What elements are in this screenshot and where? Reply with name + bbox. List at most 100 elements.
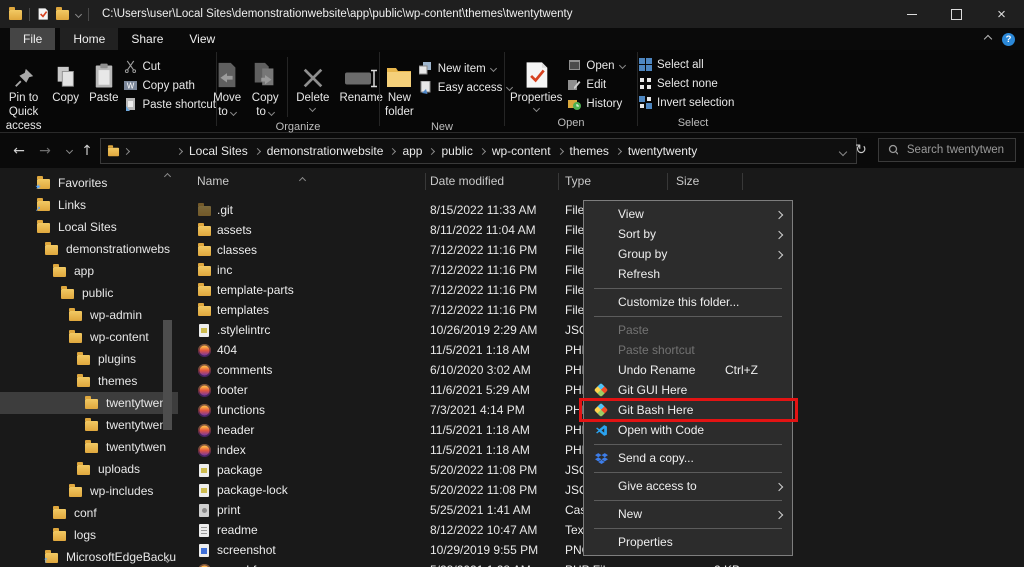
menu-item-label: Customize this folder... xyxy=(618,295,739,309)
sidebar-item-public[interactable]: public xyxy=(0,282,178,304)
column-divider[interactable] xyxy=(425,173,426,190)
tab-share[interactable]: Share xyxy=(118,28,176,50)
breadcrumb-label[interactable]: twentytwenty xyxy=(621,144,704,158)
sidebar-item-Links[interactable]: ↗Links xyxy=(0,194,178,216)
breadcrumb-item-demonstrationwebsite[interactable]: demonstrationwebsite xyxy=(255,144,391,158)
column-divider[interactable] xyxy=(667,173,668,190)
sidebar-item-wp-includes[interactable]: wp-includes xyxy=(0,480,178,502)
back-icon[interactable]: ← xyxy=(8,133,30,168)
cut-button[interactable]: Cut xyxy=(123,59,216,74)
pin-to-quick-access-button[interactable]: Pin to Quick access xyxy=(0,53,47,134)
column-divider[interactable] xyxy=(742,173,743,190)
sidebar-item-app[interactable]: app xyxy=(0,260,178,282)
column-header-size[interactable]: Size xyxy=(676,168,699,194)
properties-button[interactable]: Properties xyxy=(505,53,567,112)
help-icon[interactable]: ? xyxy=(1002,33,1015,46)
menu-item-sort-by[interactable]: Sort by xyxy=(584,224,792,244)
tab-view[interactable]: View xyxy=(176,28,228,50)
breadcrumb-label[interactable]: themes xyxy=(563,144,616,158)
sidebar-item-demonstrationwebs[interactable]: demonstrationwebs xyxy=(0,238,178,260)
menu-item-group-by[interactable]: Group by xyxy=(584,244,792,264)
breadcrumb-item-Local Sites[interactable]: Local Sites xyxy=(177,144,255,158)
menu-item-undo-rename[interactable]: Undo RenameCtrl+Z xyxy=(584,360,792,380)
breadcrumb-item-themes[interactable]: themes xyxy=(558,144,616,158)
folder-icon[interactable] xyxy=(56,10,69,20)
delete-button[interactable]: Delete xyxy=(291,53,334,112)
menu-item-new[interactable]: New xyxy=(584,504,792,524)
history-button[interactable]: History xyxy=(567,96,624,111)
breadcrumb-item-public[interactable]: public xyxy=(429,144,479,158)
copy-to-button[interactable]: Copy to xyxy=(246,53,284,121)
breadcrumb-item-wp-content[interactable]: wp-content xyxy=(480,144,558,158)
menu-item-view[interactable]: View xyxy=(584,204,792,224)
select-none-button[interactable]: Select none xyxy=(638,76,734,91)
tab-file[interactable]: File xyxy=(10,28,55,50)
breadcrumb-label[interactable]: Local Sites xyxy=(182,144,255,158)
address-bar[interactable]: Local Sites demonstrationwebsite app public… xyxy=(100,138,857,164)
sidebar-item-label: wp-includes xyxy=(90,484,153,498)
close-button[interactable]: × xyxy=(979,0,1024,28)
sidebar-item-wp-content[interactable]: wp-content xyxy=(0,326,178,348)
search-box[interactable] xyxy=(878,138,1016,162)
new-folder-button[interactable]: New folder xyxy=(380,53,419,121)
breadcrumb-chevron[interactable] xyxy=(123,147,130,154)
sidebar-scroll-up-icon[interactable] xyxy=(160,170,174,182)
paste-shortcut-button[interactable]: Paste shortcut xyxy=(123,97,216,112)
sidebar-item-uploads[interactable]: uploads xyxy=(0,458,178,480)
collapse-ribbon-icon[interactable] xyxy=(984,35,992,43)
menu-item-git-bash-here[interactable]: Git Bash Here xyxy=(584,400,792,420)
edit-button[interactable]: Edit xyxy=(567,77,624,92)
sidebar-item-conf[interactable]: conf xyxy=(0,502,178,524)
invert-selection-button[interactable]: Invert selection xyxy=(638,95,734,110)
maximize-button[interactable] xyxy=(934,0,979,28)
menu-item-refresh[interactable]: Refresh xyxy=(584,264,792,284)
sidebar-item-twentytwen[interactable]: twentytwen xyxy=(0,414,178,436)
sidebar-item-Local Sites[interactable]: Local Sites xyxy=(0,216,178,238)
paste-button[interactable]: Paste xyxy=(84,53,123,107)
search-input[interactable] xyxy=(905,143,1006,157)
menu-separator xyxy=(594,444,782,445)
forward-icon[interactable]: → xyxy=(34,133,56,168)
breadcrumb-item-app[interactable]: app xyxy=(390,144,429,158)
new-item-button[interactable]: New item xyxy=(419,61,513,76)
breadcrumb-label[interactable]: demonstrationwebsite xyxy=(260,144,391,158)
copy-button[interactable]: Copy xyxy=(47,53,84,107)
breadcrumb-label[interactable]: public xyxy=(434,144,479,158)
sidebar-scrollbar-thumb[interactable] xyxy=(163,320,172,430)
file-row-searchform[interactable]: searchform5/28/2021 1:28 AMPHP File2 KB xyxy=(178,560,1024,567)
menu-item-send-a-copy[interactable]: Send a copy... xyxy=(584,448,792,468)
column-divider[interactable] xyxy=(558,173,559,190)
move-to-button[interactable]: Move to xyxy=(208,53,246,121)
menu-item-open-with-code[interactable]: Open with Code xyxy=(584,420,792,440)
column-header-name[interactable]: Name xyxy=(197,168,229,194)
refresh-icon[interactable]: ↻ xyxy=(849,138,873,162)
copy-path-button[interactable]: W Copy path xyxy=(123,78,216,93)
rename-label: Rename xyxy=(339,92,382,106)
sidebar-item-themes[interactable]: themes xyxy=(0,370,178,392)
minimize-button[interactable] xyxy=(889,0,934,28)
menu-item-git-gui-here[interactable]: Git GUI Here xyxy=(584,380,792,400)
menu-item-give-access-to[interactable]: Give access to xyxy=(584,476,792,496)
sidebar-item-logs[interactable]: logs xyxy=(0,524,178,546)
sidebar-scroll-down-icon[interactable] xyxy=(160,553,174,565)
sidebar-item-twentytwen[interactable]: twentytwen xyxy=(0,392,178,414)
sidebar-item-twentytwen[interactable]: twentytwen xyxy=(0,436,178,458)
properties-check-icon[interactable] xyxy=(37,7,49,21)
sidebar-item-Favorites[interactable]: ★Favorites xyxy=(0,172,178,194)
column-header-date[interactable]: Date modified xyxy=(430,168,504,194)
breadcrumb-label[interactable]: app xyxy=(395,144,429,158)
sidebar-item-wp-admin[interactable]: wp-admin xyxy=(0,304,178,326)
sidebar-item-plugins[interactable]: plugins xyxy=(0,348,178,370)
menu-item-properties[interactable]: Properties xyxy=(584,532,792,552)
select-all-button[interactable]: Select all xyxy=(638,57,734,72)
column-header-type[interactable]: Type xyxy=(565,168,591,194)
sidebar-item-MicrosoftEdgeBacku[interactable]: ↑MicrosoftEdgeBacku xyxy=(0,546,178,567)
open-button[interactable]: Open xyxy=(567,58,624,73)
breadcrumb-label[interactable]: wp-content xyxy=(485,144,558,158)
up-icon[interactable]: ↑ xyxy=(76,133,98,168)
breadcrumb-item-twentytwenty[interactable]: twentytwenty xyxy=(616,144,704,158)
qat-dropdown-icon[interactable] xyxy=(75,10,82,17)
easy-access-button[interactable]: Easy access xyxy=(419,80,513,95)
tab-home[interactable]: Home xyxy=(60,28,118,50)
menu-item-customize-this-folder[interactable]: Customize this folder... xyxy=(584,292,792,312)
